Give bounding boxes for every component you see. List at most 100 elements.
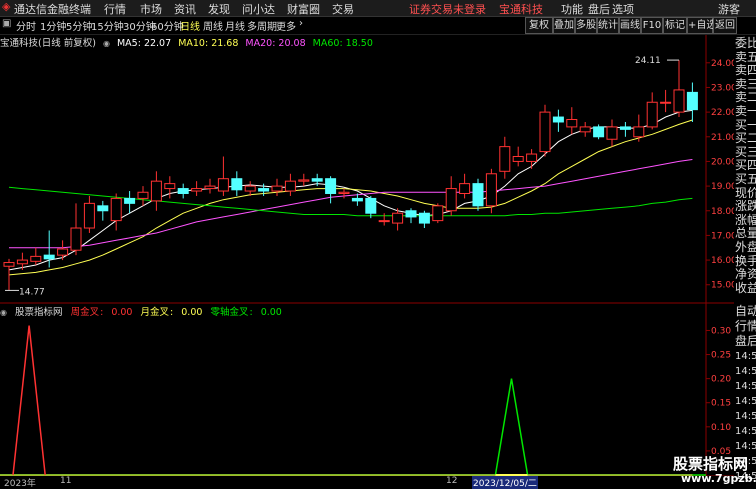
price-tick-label: 20.00 [711, 157, 734, 167]
more-chevron-icon[interactable]: › [299, 18, 303, 29]
period-day[interactable]: 日线 [180, 18, 200, 33]
period-toolbar: ▣ 分时 1分钟 5分钟 15分钟 30分钟 60分钟 日线 周线 月线 多周期… [0, 17, 756, 35]
candle-body [646, 101, 658, 128]
candle-body [191, 188, 203, 192]
candle-body [552, 116, 564, 123]
candle-body [660, 101, 672, 104]
period-fenshi[interactable]: 分时 [16, 18, 36, 33]
side-label: 总量 [735, 226, 756, 241]
ind-month-cross-val: 0.00 [181, 307, 203, 318]
period-15min[interactable]: 15分钟 [91, 18, 124, 33]
ind-month-cross-name: 月金叉 [140, 307, 170, 318]
side-label: 买二 [735, 131, 756, 146]
btn-biaoji[interactable]: 标记 [663, 17, 687, 34]
period-multi[interactable]: 多周期 [247, 18, 277, 33]
candle-body [271, 185, 283, 192]
candle-body [325, 178, 337, 194]
menu-faxian[interactable]: 发现 [208, 1, 230, 17]
zero-cross-spike [494, 378, 529, 476]
ma5-line [8, 109, 693, 271]
menu-wenxiaoda[interactable]: 问小达 [242, 1, 275, 17]
candle-body [365, 197, 377, 214]
candle-body [526, 153, 538, 162]
btn-diejia[interactable]: 叠加 [553, 17, 575, 34]
ind-week-cross-val: 0.00 [111, 307, 133, 318]
layout-icon[interactable]: ▣ [2, 18, 11, 29]
period-month[interactable]: 月线 [225, 18, 245, 33]
period-5min[interactable]: 5分钟 [66, 18, 92, 33]
candle-body [338, 191, 350, 194]
watermark-title: 股票指标网 [673, 455, 749, 473]
candle-body [472, 183, 484, 207]
price-tick-label: 16.00 [711, 256, 734, 266]
btn-tongji[interactable]: 统计 [597, 17, 619, 34]
period-1min[interactable]: 1分钟 [40, 18, 66, 33]
candle [593, 124, 605, 140]
candle [526, 149, 538, 169]
menu-xuanxiang[interactable]: 选项 [612, 1, 634, 17]
candle [499, 136, 511, 179]
side-label: 买三 [735, 144, 756, 159]
side-bottom-label[interactable]: 自动 [735, 305, 756, 318]
login-notice[interactable]: 证券交易未登录 [409, 1, 486, 17]
candle [43, 230, 55, 268]
candle-body [606, 126, 618, 140]
ind-tick-label: 0.25 [711, 351, 731, 361]
candle [217, 156, 229, 196]
price-tick-label: 15.00 [711, 281, 734, 291]
app-logo-icon: ◈ [2, 0, 11, 13]
candle-body [539, 111, 551, 153]
week-cross-spike [12, 325, 46, 476]
side-bottom-label: 14:56 [735, 366, 756, 377]
menu-caifuquan[interactable]: 财富圈 [287, 1, 320, 17]
candle [566, 107, 578, 135]
btn-fuquan[interactable]: 复权 [525, 17, 553, 34]
menu-jiaoyi[interactable]: 交易 [332, 1, 354, 17]
menu-panhou[interactable]: 盘后 [588, 1, 610, 17]
candle [124, 191, 136, 214]
price-tick-label: 24.00 [711, 59, 734, 69]
candle-body [445, 188, 457, 212]
side-label: 卖四 [735, 63, 756, 78]
period-week[interactable]: 周线 [203, 18, 223, 33]
candle-body [258, 188, 270, 192]
btn-f10[interactable]: F10 [641, 17, 663, 34]
period-60min[interactable]: 60分钟 [151, 18, 184, 33]
guest-label[interactable]: 游客 [718, 1, 740, 17]
period-more[interactable]: 更多 [276, 18, 296, 33]
candle [244, 181, 256, 196]
menu-gongneng[interactable]: 功能 [561, 1, 583, 17]
side-label: 卖三 [735, 76, 756, 91]
btn-back[interactable]: 返回 [713, 17, 737, 34]
candle-body [459, 183, 471, 194]
ind-week-cross-sep: : [100, 307, 107, 318]
candle [459, 173, 471, 199]
indicator-settings-icon[interactable]: ◉ [0, 308, 7, 317]
kline-chart[interactable]: 15.00 16.00 17.00 18.00 19.00 20.00 21.00 22.00… [0, 35, 734, 487]
candle [204, 178, 216, 194]
candle [271, 178, 283, 196]
ind-month-cross-sep: : [170, 307, 177, 318]
candle [110, 193, 122, 231]
side-label: 委比 [735, 36, 756, 50]
candle-body [231, 178, 243, 191]
candle-body [311, 178, 323, 182]
side-label: 现价 [735, 185, 756, 200]
side-label: 买五 [735, 172, 756, 186]
menu-zixun[interactable]: 资讯 [174, 1, 196, 17]
ind-tick-label: 0.15 [711, 399, 731, 409]
indicator-name: 股票指标网 [15, 307, 63, 318]
btn-add-watchlist[interactable]: +自选 [687, 17, 716, 34]
btn-huaxian[interactable]: 画线 [619, 17, 641, 34]
menu-hangqing[interactable]: 行情 [104, 1, 126, 17]
ind-zero-cross-sep: : [249, 307, 256, 318]
btn-duogu[interactable]: 多股 [575, 17, 597, 34]
candle [405, 208, 417, 224]
candle [231, 171, 243, 196]
menu-shichang[interactable]: 市场 [140, 1, 162, 17]
side-bottom-label: 14:56 [735, 441, 756, 452]
candle-body [137, 191, 149, 199]
candle [445, 176, 457, 216]
candle [137, 186, 149, 206]
candle-body [499, 146, 511, 172]
